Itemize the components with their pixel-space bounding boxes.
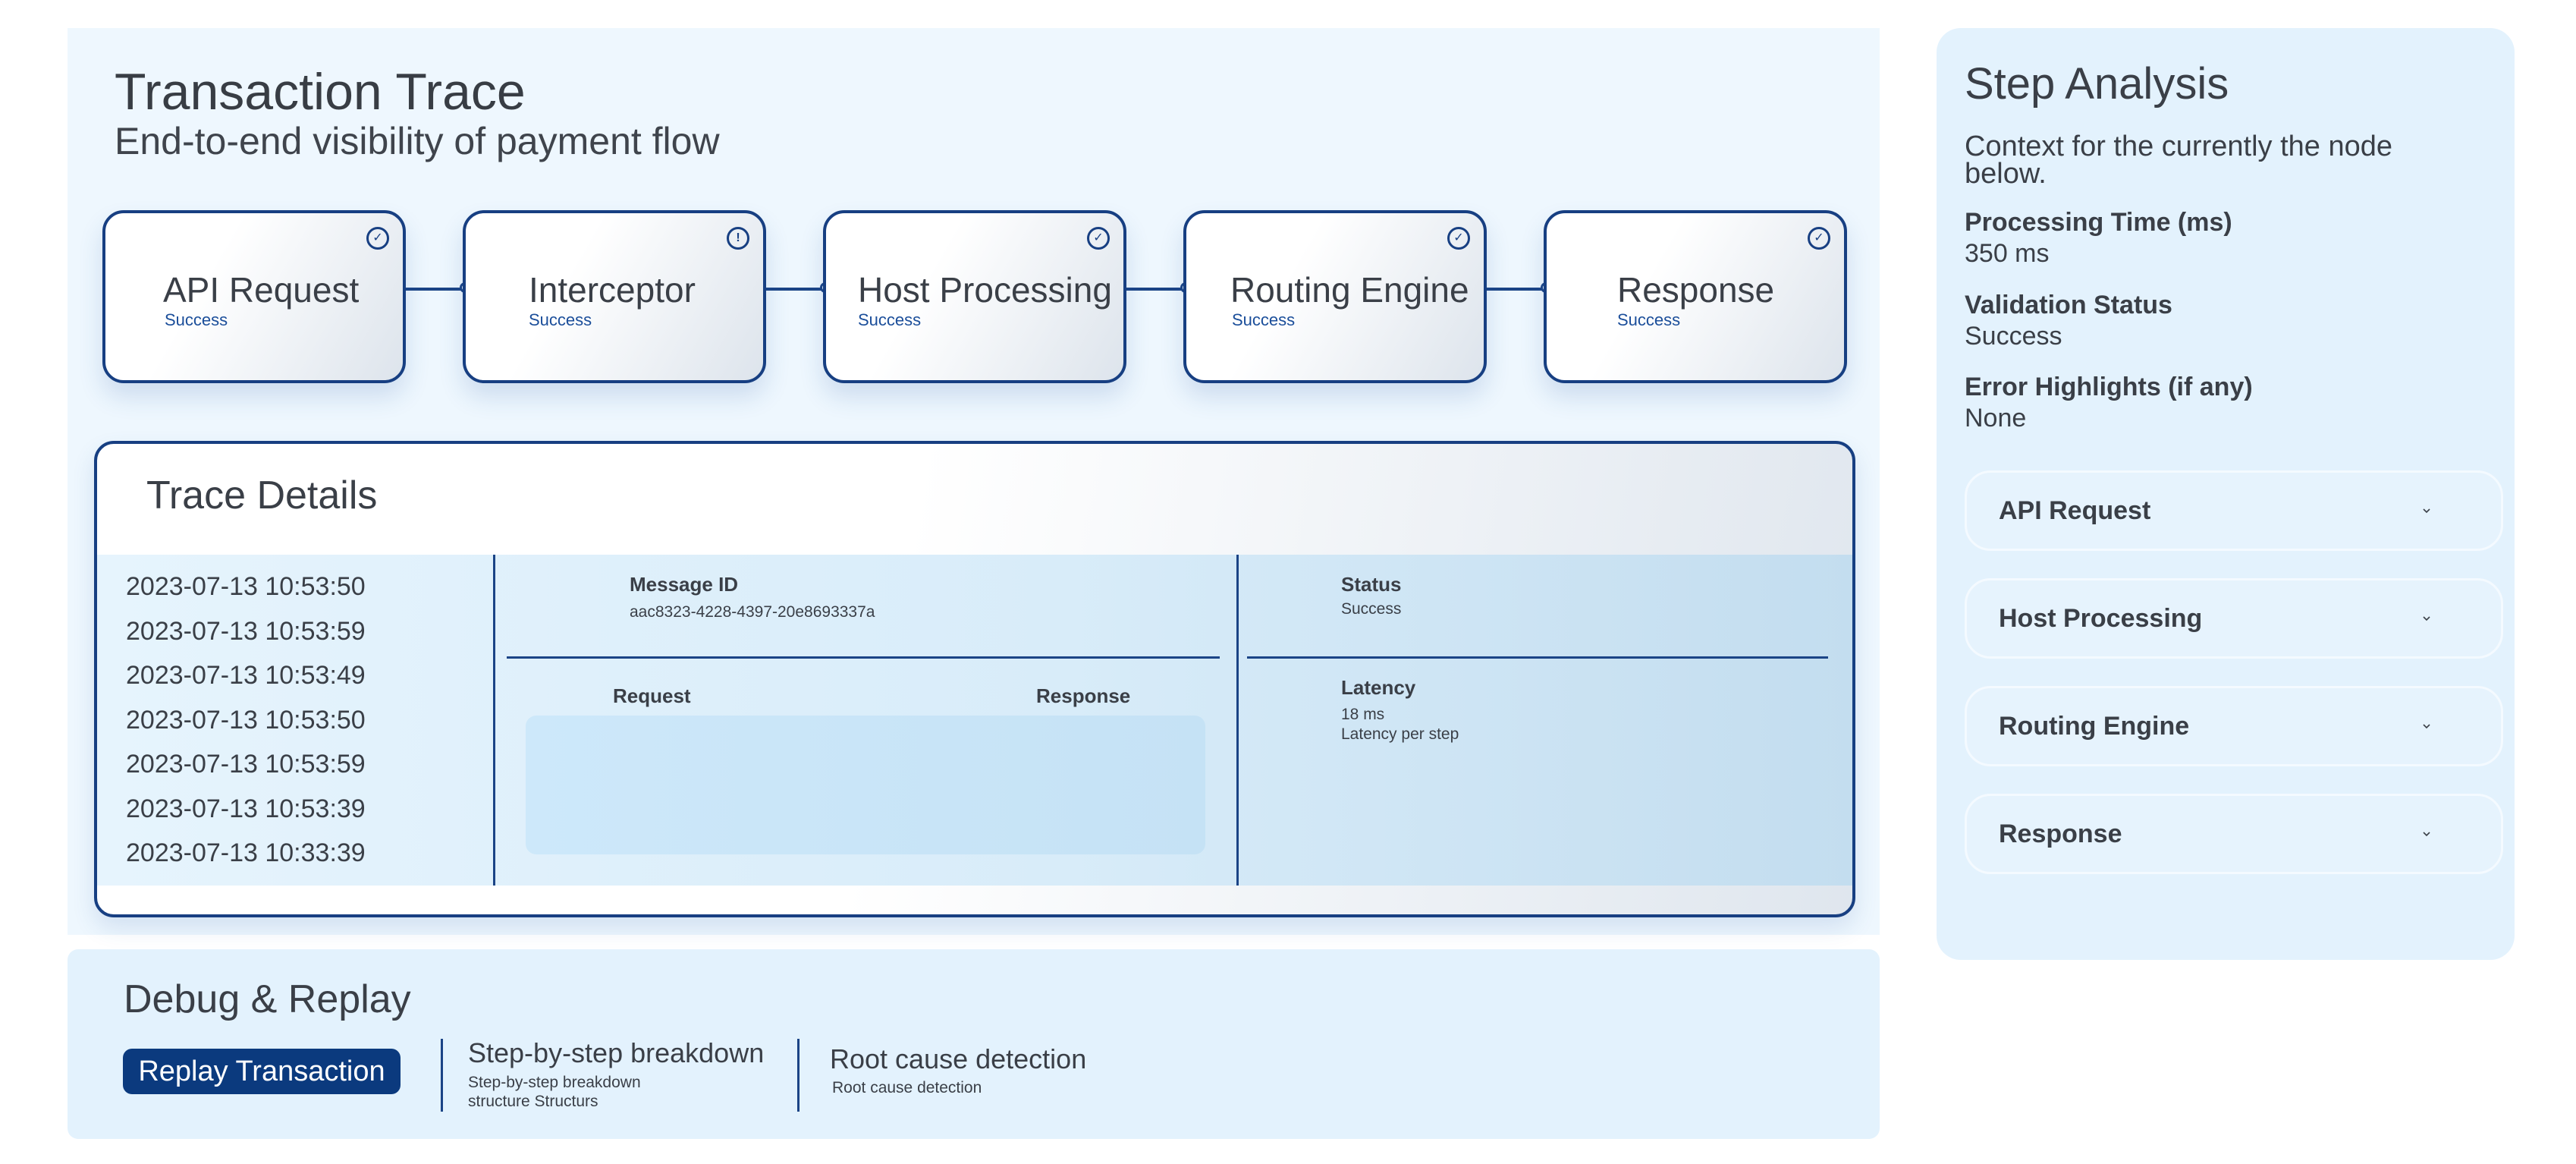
- accordion-response[interactable]: Response: [1965, 794, 2503, 874]
- accordion-label: Host Processing: [1999, 604, 2203, 633]
- message-id-label: Message ID: [630, 573, 739, 596]
- alert-icon: !: [727, 227, 749, 250]
- trace-details-card: Trace Details 2023-07-13 10:53:50 2023-0…: [94, 441, 1855, 917]
- page-subtitle: End-to-end visibility of payment flow: [115, 120, 720, 162]
- accordion-label: API Request: [1999, 496, 2151, 525]
- latency-label: Latency: [1341, 676, 1416, 699]
- error-highlights-label: Error Highlights (if any): [1965, 373, 2253, 401]
- request-label: Request: [613, 684, 691, 707]
- flow-node-label: Routing Engine: [1230, 270, 1469, 310]
- status-label: Status: [1341, 573, 1402, 596]
- processing-time-label: Processing Time (ms): [1965, 208, 2232, 237]
- root-cause-subtitle: Root cause detection: [832, 1079, 982, 1096]
- check-icon: ✓: [366, 227, 389, 250]
- timestamp-list: 2023-07-13 10:53:50 2023-07-13 10:53:59 …: [126, 570, 366, 881]
- flow-node-label: Response: [1617, 270, 1775, 310]
- flow-connector: [406, 282, 470, 293]
- debug-divider: [441, 1039, 443, 1112]
- accordion-routing-engine[interactable]: Routing Engine: [1965, 686, 2503, 766]
- flow-node-label: API Request: [163, 270, 360, 310]
- timestamp-item[interactable]: 2023-07-13 10:53:50: [126, 703, 366, 748]
- timestamp-item[interactable]: 2023-07-13 10:53:49: [126, 659, 366, 703]
- flow-node-status: Success: [1232, 310, 1296, 329]
- flow-node-status: Success: [858, 310, 922, 329]
- section-divider: [1247, 656, 1828, 659]
- status-value: Success: [1341, 600, 1402, 618]
- column-divider: [493, 555, 495, 886]
- flow-node-label: Host Processing: [858, 270, 1112, 310]
- flow-connector: [766, 282, 831, 293]
- timestamp-item[interactable]: 2023-07-13 10:53:59: [126, 747, 366, 792]
- accordion-host-processing[interactable]: Host Processing: [1965, 578, 2503, 659]
- step-breakdown-subtitle: Step-by-step breakdown: [468, 1074, 641, 1091]
- debug-divider: [797, 1039, 800, 1112]
- flow-node-status: Success: [529, 310, 592, 329]
- step-analysis-panel: Step Analysis Context for the currently …: [1937, 28, 2515, 960]
- latency-note: Latency per step: [1341, 725, 1459, 743]
- chevron-down-icon: [2423, 832, 2430, 837]
- replay-transaction-button[interactable]: Replay Transaction: [123, 1049, 401, 1094]
- error-highlights-value: None: [1965, 404, 2027, 433]
- column-divider: [1236, 555, 1239, 886]
- latency-value: 18 ms: [1341, 706, 1385, 723]
- message-id-value: aac8323-4228-4397-20e8693337a: [630, 603, 875, 621]
- flow-node-api-request[interactable]: ✓ API Request Success: [102, 210, 406, 383]
- check-icon: ✓: [1808, 227, 1830, 250]
- flow-node-interceptor[interactable]: ! Interceptor Success: [463, 210, 766, 383]
- validation-status-label: Validation Status: [1965, 291, 2172, 319]
- debug-replay-title: Debug & Replay: [124, 977, 411, 1021]
- accordion-api-request[interactable]: API Request: [1965, 470, 2503, 551]
- chevron-down-icon: [2423, 508, 2430, 514]
- processing-time-value: 350 ms: [1965, 239, 2050, 268]
- section-divider: [507, 656, 1220, 659]
- flow-node-status: Success: [1617, 310, 1681, 329]
- step-analysis-description: Context for the currently the node below…: [1965, 131, 2392, 190]
- transaction-trace-panel: Transaction Trace End-to-end visibility …: [68, 28, 1880, 935]
- flow-node-label: Interceptor: [529, 270, 696, 310]
- flow-node-response[interactable]: ✓ Response Success: [1544, 210, 1847, 383]
- timestamp-item[interactable]: 2023-07-13 10:53:39: [126, 792, 366, 837]
- chevron-down-icon: [2423, 616, 2430, 621]
- flow-connector: [1126, 282, 1191, 293]
- accordion-label: Response: [1999, 820, 2122, 848]
- flow-node-host-processing[interactable]: ✓ Host Processing Success: [823, 210, 1126, 383]
- check-icon: ✓: [1447, 227, 1470, 250]
- step-breakdown-subtitle: structure Structurs: [468, 1093, 598, 1110]
- validation-status-value: Success: [1965, 322, 2062, 351]
- timestamp-item[interactable]: 2023-07-13 10:53:59: [126, 615, 366, 659]
- accordion-label: Routing Engine: [1999, 712, 2190, 741]
- payload-viewer[interactable]: [526, 716, 1205, 854]
- trace-details-title: Trace Details: [146, 473, 378, 518]
- flow-node-routing-engine[interactable]: ✓ Routing Engine Success: [1183, 210, 1487, 383]
- timestamp-item[interactable]: 2023-07-13 10:33:39: [126, 836, 366, 881]
- check-icon: ✓: [1087, 227, 1110, 250]
- root-cause-title[interactable]: Root cause detection: [830, 1043, 1086, 1075]
- step-analysis-title: Step Analysis: [1965, 59, 2229, 109]
- timestamp-item[interactable]: 2023-07-13 10:53:50: [126, 570, 366, 615]
- response-label: Response: [1036, 684, 1131, 707]
- debug-replay-panel: Debug & Replay Replay Transaction Step-b…: [68, 949, 1880, 1139]
- trace-details-body: 2023-07-13 10:53:50 2023-07-13 10:53:59 …: [97, 555, 1852, 886]
- flow-node-status: Success: [165, 310, 228, 329]
- page-title: Transaction Trace: [115, 63, 526, 121]
- chevron-down-icon: [2423, 724, 2430, 729]
- flow-connector: [1487, 282, 1551, 293]
- step-breakdown-title[interactable]: Step-by-step breakdown: [468, 1037, 764, 1069]
